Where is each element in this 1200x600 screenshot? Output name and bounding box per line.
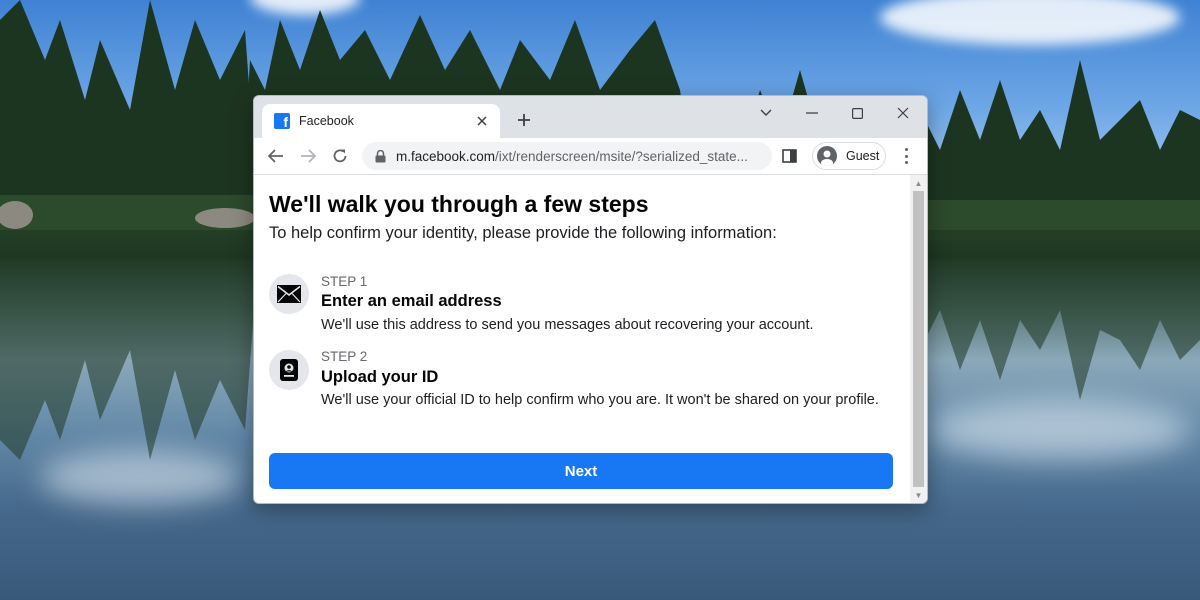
url-domain: m.facebook.com (396, 148, 496, 164)
step-2-label: STEP 2 (321, 349, 368, 364)
address-bar[interactable]: m.facebook.com/ixt/renderscreen/msite/?s… (362, 142, 772, 170)
page-title: We'll walk you through a few steps (269, 191, 649, 217)
arrow-left-icon (268, 149, 283, 163)
back-button[interactable] (264, 144, 288, 168)
id-card-icon (269, 350, 309, 390)
next-button[interactable]: Next (269, 453, 893, 489)
page-scrollbar[interactable]: ▲ ▼ (910, 175, 927, 503)
maximize-icon (851, 107, 863, 119)
browser-window: f Facebook m.facebook.com/ixt/renderscre… (253, 95, 928, 504)
arrow-right-icon (301, 149, 316, 163)
minimize-icon (806, 112, 818, 114)
step-1-description: We'll use this address to send you messa… (321, 317, 814, 333)
step-2-description: We'll use your official ID to help confi… (321, 392, 879, 408)
page-content: We'll walk you through a few steps To he… (254, 175, 910, 503)
browser-toolbar: m.facebook.com/ixt/renderscreen/msite/?s… (254, 138, 927, 175)
close-icon[interactable] (474, 113, 490, 129)
envelope-icon (269, 274, 309, 314)
facebook-icon: f (274, 113, 290, 129)
step-1-label: STEP 1 (321, 274, 368, 289)
lock-icon[interactable] (374, 149, 386, 163)
chevron-down-icon (760, 109, 772, 116)
window-close-button[interactable] (889, 102, 917, 124)
page-subtitle: To help confirm your identity, please pr… (269, 224, 777, 242)
close-icon (897, 107, 909, 119)
new-tab-button[interactable] (512, 108, 536, 132)
tab-search-button[interactable] (752, 102, 780, 124)
reload-icon (333, 149, 347, 163)
scroll-up-arrow[interactable]: ▲ (910, 176, 927, 190)
step-1-title: Enter an email address (321, 292, 502, 310)
scroll-thumb[interactable] (913, 191, 924, 487)
avatar (817, 146, 837, 166)
plus-icon (518, 114, 530, 126)
reload-button[interactable] (328, 144, 352, 168)
forward-button[interactable] (296, 144, 320, 168)
more-vertical-icon[interactable] (898, 146, 914, 166)
profile-button[interactable]: Guest (812, 142, 886, 170)
browser-tab-facebook[interactable]: f Facebook (262, 104, 500, 138)
side-panel-icon[interactable] (782, 148, 798, 164)
step-2-title: Upload your ID (321, 368, 439, 386)
tab-title: Facebook (299, 114, 354, 128)
url-text: m.facebook.com/ixt/renderscreen/msite/?s… (396, 149, 748, 164)
profile-label: Guest (846, 149, 880, 163)
title-bar: f Facebook (254, 96, 927, 138)
maximize-button[interactable] (843, 102, 871, 124)
url-path: /ixt/renderscreen/msite/?serialized_stat… (495, 148, 748, 164)
minimize-button[interactable] (798, 102, 826, 124)
scroll-down-arrow[interactable]: ▼ (910, 488, 927, 502)
